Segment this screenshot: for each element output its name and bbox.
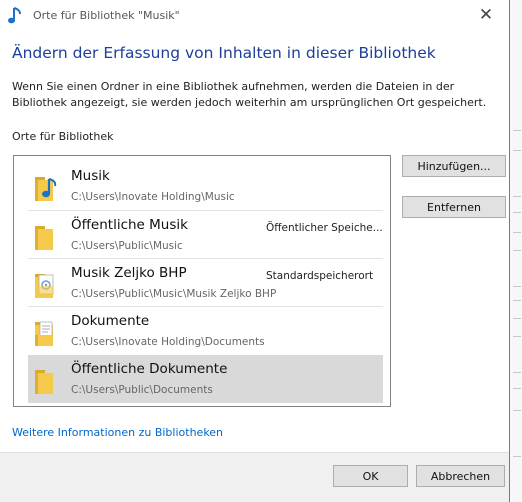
dialog-description: Wenn Sie einen Ordner in eine Bibliothek…	[12, 80, 487, 109]
folder-music-icon	[35, 177, 57, 201]
ok-button[interactable]: OK	[333, 465, 408, 487]
location-item-dokumente[interactable]: Dokumente C:\Users\Inovate Holding\Docum…	[28, 307, 383, 355]
location-name: Musik	[71, 168, 110, 184]
location-status: Standardspeicherort	[266, 270, 374, 282]
cancel-button[interactable]: Abbrechen	[416, 465, 505, 487]
folder-icon	[35, 226, 53, 250]
remove-location-button[interactable]: Entfernen	[402, 196, 506, 218]
folder-music-file-icon	[35, 274, 54, 298]
location-item-oeffentliche-musik[interactable]: Öffentliche Musik C:\Users\Public\Music …	[28, 211, 383, 259]
close-icon: ✕	[478, 5, 494, 25]
location-path: C:\Users\Inovate Holding\Music	[71, 191, 235, 203]
dialog-heading: Ändern der Erfassung von Inhalten in die…	[12, 44, 436, 62]
location-name: Öffentliche Dokumente	[71, 361, 228, 377]
location-item-musik-zeljko-bhp[interactable]: Musik Zeljko BHP C:\Users\Public\Music\M…	[28, 259, 383, 307]
location-item-musik[interactable]: Musik C:\Users\Inovate Holding\Music	[28, 162, 383, 210]
music-note-icon	[8, 7, 21, 24]
locations-list-label: Orte für Bibliothek	[12, 130, 114, 143]
add-location-button[interactable]: Hinzufügen...	[402, 155, 506, 177]
close-button[interactable]: ✕	[463, 0, 509, 30]
folder-documents-icon	[35, 321, 53, 346]
dialog-footer: OK Abbrechen	[0, 452, 509, 502]
location-item-oeffentliche-dokumente[interactable]: Öffentliche Dokumente C:\Users\Public\Do…	[28, 355, 383, 403]
location-path: C:\Users\Public\Documents	[71, 384, 213, 396]
more-info-link[interactable]: Weitere Informationen zu Bibliotheken	[12, 426, 223, 439]
location-path: C:\Users\Public\Music	[71, 240, 183, 252]
window-title: Orte für Bibliothek "Musik"	[33, 9, 180, 22]
location-name: Öffentliche Musik	[71, 217, 188, 233]
location-name: Dokumente	[71, 313, 150, 329]
location-status: Öffentlicher Speiche...	[266, 222, 383, 234]
locations-list[interactable]: Musik C:\Users\Inovate Holding\Music Öff…	[13, 155, 391, 407]
folder-icon	[35, 370, 53, 394]
location-path: C:\Users\Inovate Holding\Documents	[71, 336, 265, 348]
title-bar: Orte für Bibliothek "Musik" ✕	[0, 0, 509, 32]
background-window-edge	[508, 0, 522, 502]
location-name: Musik Zeljko BHP	[71, 265, 187, 281]
library-locations-dialog: Orte für Bibliothek "Musik" ✕ Ändern der…	[0, 0, 510, 502]
location-path: C:\Users\Public\Music\Musik Zeljko BHP	[71, 288, 277, 300]
